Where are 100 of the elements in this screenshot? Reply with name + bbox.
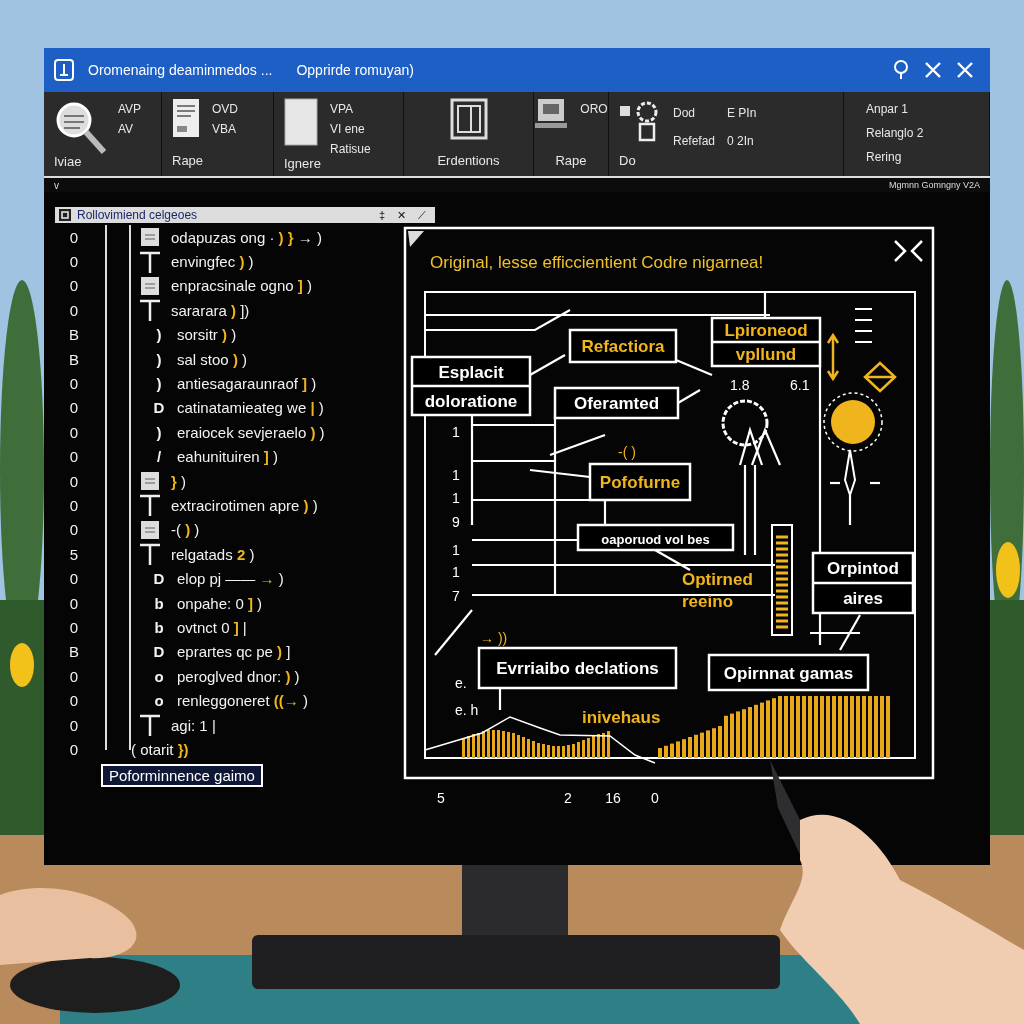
line-marker: D [152,399,166,417]
code-text: enpracsinale ogno ] ) [171,277,312,295]
line-number: 0 [68,423,80,441]
code-text: agi: 1 | [171,716,216,734]
diagram-node: oaporuod vol bes [576,523,735,552]
line-number: 0 [68,740,80,758]
code-text: peroglved dnor: ) ) [177,667,300,685]
diagram-node: Opirnnat gamas [707,653,870,692]
code-text: catinatamieateg we | ) [177,399,324,417]
flower-drawing [10,643,34,687]
diagram-label: inivehaus [582,708,661,727]
line-number: 0 [68,228,80,246]
connector-line [677,389,701,404]
connector-line [848,495,852,525]
toolbar-text: AVP [118,102,142,116]
code-text: sararara ) ]) [171,301,250,319]
diagram-node: Pofofurne [588,462,692,502]
document-icon[interactable] [172,98,200,138]
window-icon[interactable] [449,98,488,140]
line-marker: ) [155,423,163,441]
code-text: -( ) ) [171,521,200,539]
line-number: 5 [68,545,80,563]
branch-icon [140,543,160,566]
collapse-toggle[interactable]: v [54,179,59,191]
diagram-node: Evrriaibo declations [477,646,678,690]
toolbar-button-label[interactable]: Rape [172,153,263,168]
line-number: 0 [68,667,80,685]
branch-icon [140,494,160,517]
toolbar-text: Anpar 1 [866,102,910,116]
code-text: sal stoo ) ) [177,350,248,368]
connector-line [870,481,880,485]
code-text: eraiocek sevjeraelo ) ) [177,423,325,441]
block-icon [140,519,160,540]
diagram-mark: 6.1 [790,377,810,393]
code-text: } ) [171,472,186,490]
code-text: extracirotimen apre ) ) [171,497,318,514]
line-number: 0 [68,253,80,271]
connector-line [603,500,607,525]
branch-icon [140,714,160,736]
toolbar-button-label[interactable]: Iviae [54,154,151,169]
close-icon[interactable] [956,61,974,79]
toolbar-button-label[interactable]: Do [619,153,833,168]
toolbar-button-label[interactable]: Rape [555,153,587,168]
toolbar-text: 0 2In [727,134,755,148]
toolbar-button-label[interactable]: Erdentions [437,153,500,168]
collapse-icon[interactable] [893,239,924,263]
line-number: 0 [68,301,80,319]
line-marker: o [153,667,165,685]
panel-control[interactable]: ‡ [375,209,388,221]
code-text: eahunituiren ] ) [177,448,278,466]
line-marker: o [153,692,165,710]
line-number: 0 [68,692,80,710]
toolbar-text: OVD [212,102,238,116]
line-number: B [68,350,80,368]
line-marker: ) [155,375,163,393]
close-icon[interactable] [924,61,942,79]
toolbar-text: VI ene [330,122,366,136]
page-icon[interactable] [284,98,318,146]
toolbar-text: Refefad [673,134,716,148]
code-text: antiesagaraunraof ] ) [177,375,317,393]
line-number: 0 [68,472,80,490]
line-number: 0 [68,716,80,734]
diagram-mark: 1 [452,490,460,506]
line-number: 0 [68,521,80,539]
line-number: 0 [68,375,80,393]
connector-line [830,481,840,485]
line-number: 0 [68,618,80,636]
line-number: 0 [68,570,80,588]
diagram-label: Optirned reeino [682,570,753,611]
toolbar-text: ORO [580,102,608,116]
line-number: 0 [68,277,80,295]
axis-tick-label: 5 [437,790,445,806]
diagram-mark: 1 [452,542,460,558]
line-marker: b [153,618,165,636]
line-marker: / [155,448,163,466]
diagram-mark: -( ) [618,444,636,460]
panel-control[interactable]: ✕ [394,208,409,222]
panel-control[interactable]: ⟋ [415,208,429,222]
toolbar-text: VPA [330,102,355,116]
line-marker: ) [155,350,163,368]
toolbar-button-label[interactable]: Ignere [284,156,393,171]
toolbar-text: VBA [212,122,237,136]
code-text: renleggoneret ((→ ) [177,692,308,710]
diagram-mark: e. [455,675,467,691]
connector-line [675,359,713,376]
diagram-node: Oferamted [553,386,680,420]
line-number: 0 [68,448,80,466]
monitor-icon[interactable] [534,98,569,130]
line-number: 0 [68,594,80,612]
panel-icon [59,209,71,221]
code-text: relgatads 2 ) [171,545,255,563]
code-text: eprartes qc pe ) ] [177,643,291,661]
line-marker: D [152,643,166,661]
toolbar-text: Relanglo 2 [866,126,924,140]
pin-icon[interactable] [892,60,910,80]
block-icon [140,227,160,248]
code-text: onpahe: 0 ] ) [177,594,263,612]
toolbar-text: Dod [673,106,696,120]
window-title: Oromenaing deaminmedos ... [88,62,273,78]
diagram-mark: → )) [480,630,508,646]
